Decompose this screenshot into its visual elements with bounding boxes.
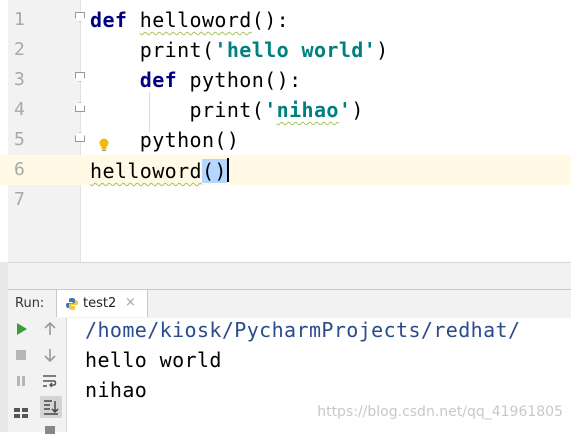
code-token: ): [351, 98, 364, 122]
code-token: (): [201, 159, 227, 183]
layout-icon[interactable]: [12, 404, 30, 422]
code-line[interactable]: 5 python(): [0, 125, 571, 155]
code-line[interactable]: 3 def python():: [0, 65, 571, 95]
line-number: 1: [14, 9, 25, 30]
code-line[interactable]: 6 helloword(): [0, 155, 571, 185]
code-token: ': [264, 98, 277, 122]
up-arrow-icon[interactable]: [41, 320, 59, 338]
code-line[interactable]: 4 print('nihao'): [0, 95, 571, 125]
line-number: 7: [14, 189, 25, 210]
line-number: 2: [14, 39, 25, 60]
line-number: 5: [14, 129, 25, 150]
stop-icon[interactable]: [12, 346, 30, 364]
code-token: print(: [90, 98, 265, 122]
code-token: print(: [90, 38, 215, 62]
code-editor[interactable]: 1 def helloword(): 2 print('hello world') 3…: [0, 0, 571, 262]
soft-wrap-icon[interactable]: [41, 372, 59, 390]
pause-icon[interactable]: [12, 372, 30, 390]
lightbulb-icon[interactable]: [98, 138, 110, 152]
code-token: python(): [90, 128, 240, 152]
code-token: ): [376, 38, 389, 62]
code-token: def: [90, 8, 128, 32]
editor-bottom-area: [8, 262, 571, 289]
code-text[interactable]: helloword(): [90, 158, 229, 183]
code-text[interactable]: python(): [90, 128, 239, 152]
console-path-line[interactable]: /home/kiosk/PycharmProjects/redhat/: [85, 318, 520, 342]
print-icon[interactable]: [41, 424, 59, 442]
line-number: 4: [14, 99, 25, 120]
code-token: python():: [177, 68, 302, 92]
code-line[interactable]: 2 print('hello world'): [0, 35, 571, 65]
code-token: 'hello world': [214, 38, 377, 62]
code-token: nihao: [276, 98, 339, 122]
code-token: helloword: [90, 159, 202, 183]
console-output-line: nihao: [85, 378, 148, 402]
code-text[interactable]: def helloword():: [90, 8, 289, 32]
run-tool-window-header: Run: test2 ×: [8, 289, 571, 319]
code-text[interactable]: print('hello world'): [90, 38, 389, 62]
code-text[interactable]: def python():: [90, 68, 302, 92]
watermark: https://blog.csdn.net/qq_41961805: [317, 404, 563, 420]
scroll-to-end-icon[interactable]: [40, 396, 62, 418]
code-token: ():: [251, 8, 290, 32]
console-output-line: hello world: [85, 348, 222, 372]
run-label: Run:: [15, 296, 45, 311]
text-caret: [226, 158, 229, 182]
code-token: def: [139, 68, 178, 92]
line-number: 6: [14, 159, 25, 180]
code-token: ': [338, 98, 352, 122]
code-line[interactable]: 7: [0, 185, 571, 215]
code-text[interactable]: print('nihao'): [90, 98, 364, 122]
code-token: helloword: [139, 8, 252, 32]
down-arrow-icon[interactable]: [41, 346, 59, 364]
run-toolbar: [8, 318, 67, 434]
run-tab-name: test2: [83, 296, 117, 311]
code-line[interactable]: 1 def helloword():: [0, 5, 571, 35]
python-icon: [66, 298, 78, 310]
close-icon[interactable]: ×: [125, 295, 136, 310]
run-icon[interactable]: [12, 320, 30, 338]
run-tab-test2[interactable]: test2 ×: [56, 290, 148, 317]
line-number: 3: [14, 69, 25, 90]
